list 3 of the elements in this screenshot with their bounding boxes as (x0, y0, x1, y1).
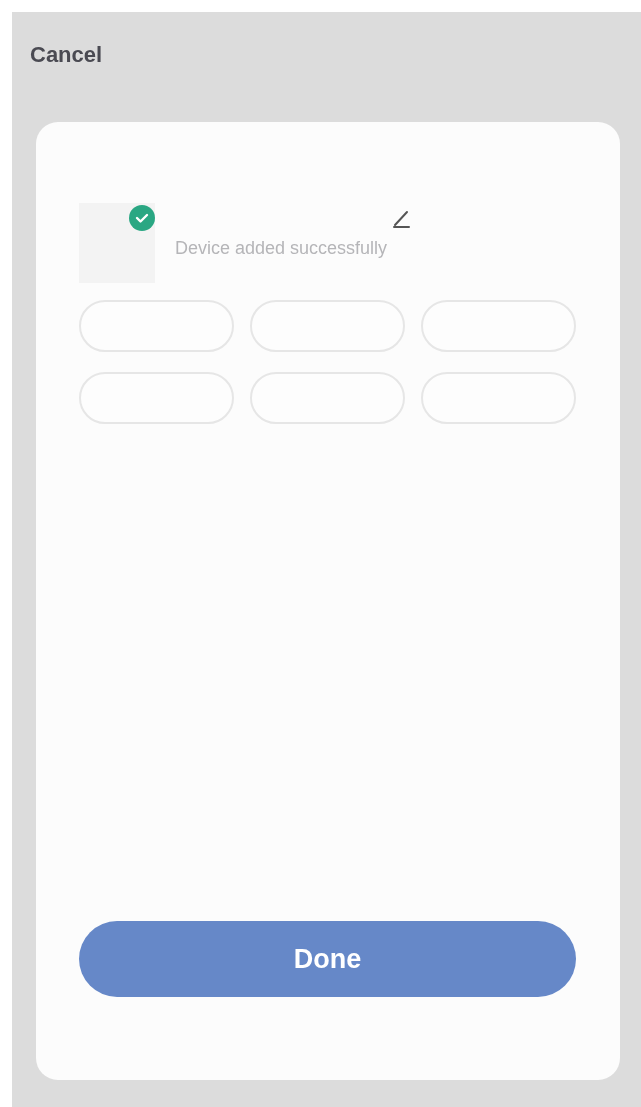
done-button[interactable]: Done (79, 921, 576, 997)
status-text: Device added successfully (175, 238, 389, 259)
cancel-button[interactable]: Cancel (30, 42, 103, 68)
